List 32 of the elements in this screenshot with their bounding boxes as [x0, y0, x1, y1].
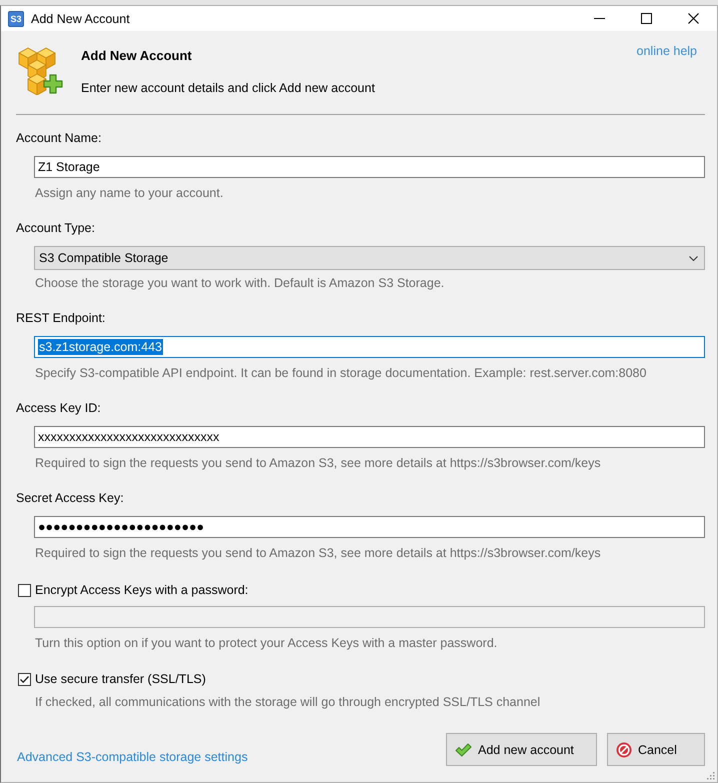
field-hint: Turn this option on if you want to protect your Access Keys with a master password. — [35, 635, 498, 652]
app-logo: S3 — [8, 10, 24, 26]
maximize-icon — [641, 13, 652, 24]
check-icon — [455, 742, 472, 756]
close-icon — [688, 13, 699, 24]
field-hint: Specify S3-compatible API endpoint. It can be found in storage documentation. Example: rest.server.com:8080 — [35, 365, 648, 382]
input-field[interactable]: s3.z1storage.com:443 — [34, 336, 705, 358]
checkbox-label[interactable]: Use secure transfer (SSL/TLS) — [35, 672, 206, 686]
password-field[interactable]: ●●●●●●●●●●●●●●●●●●●●●● — [34, 516, 705, 538]
input-field[interactable]: Z1 Storage — [34, 156, 705, 178]
add-account-button[interactable]: Add new account — [446, 733, 597, 766]
chevron-down-icon — [689, 256, 698, 260]
dialog-heading: Add New Account — [81, 47, 193, 65]
field-label: REST Endpoint: — [16, 310, 106, 327]
field-hint: Required to sign the requests you send to Amazon S3, see more details at https://s3browser.com/keys — [35, 455, 602, 472]
field-hint: Required to sign the requests you send to Amazon S3, see more details at https://s3browser.com/keys — [35, 545, 602, 562]
field-hint: If checked, all communications with the storage will go through encrypted SSL/TLS channel — [35, 694, 542, 711]
field-label: Account Type: — [16, 220, 96, 237]
checkbox[interactable] — [18, 672, 31, 686]
dropdown-field[interactable]: S3 Compatible Storage — [34, 246, 705, 270]
dialog-subtitle: Enter new account details and click Add new account — [81, 80, 375, 97]
field-label: Account Name: — [16, 130, 102, 147]
window-title: Add New Account — [31, 12, 130, 26]
resize-grip-icon[interactable] — [706, 771, 715, 780]
cancel-button[interactable]: Cancel — [607, 733, 705, 766]
field-hint: Assign any name to your account. — [35, 185, 224, 202]
field-hint: Choose the storage you want to work with. Default is Amazon S3 Storage. — [35, 275, 446, 292]
no-entry-icon — [616, 742, 632, 758]
input-field[interactable]: xxxxxxxxxxxxxxxxxxxxxxxxxxxxx — [34, 426, 705, 448]
field-label: Secret Access Key: — [16, 490, 125, 507]
field-label: Access Key ID: — [16, 400, 102, 417]
minimize-icon — [594, 18, 605, 19]
